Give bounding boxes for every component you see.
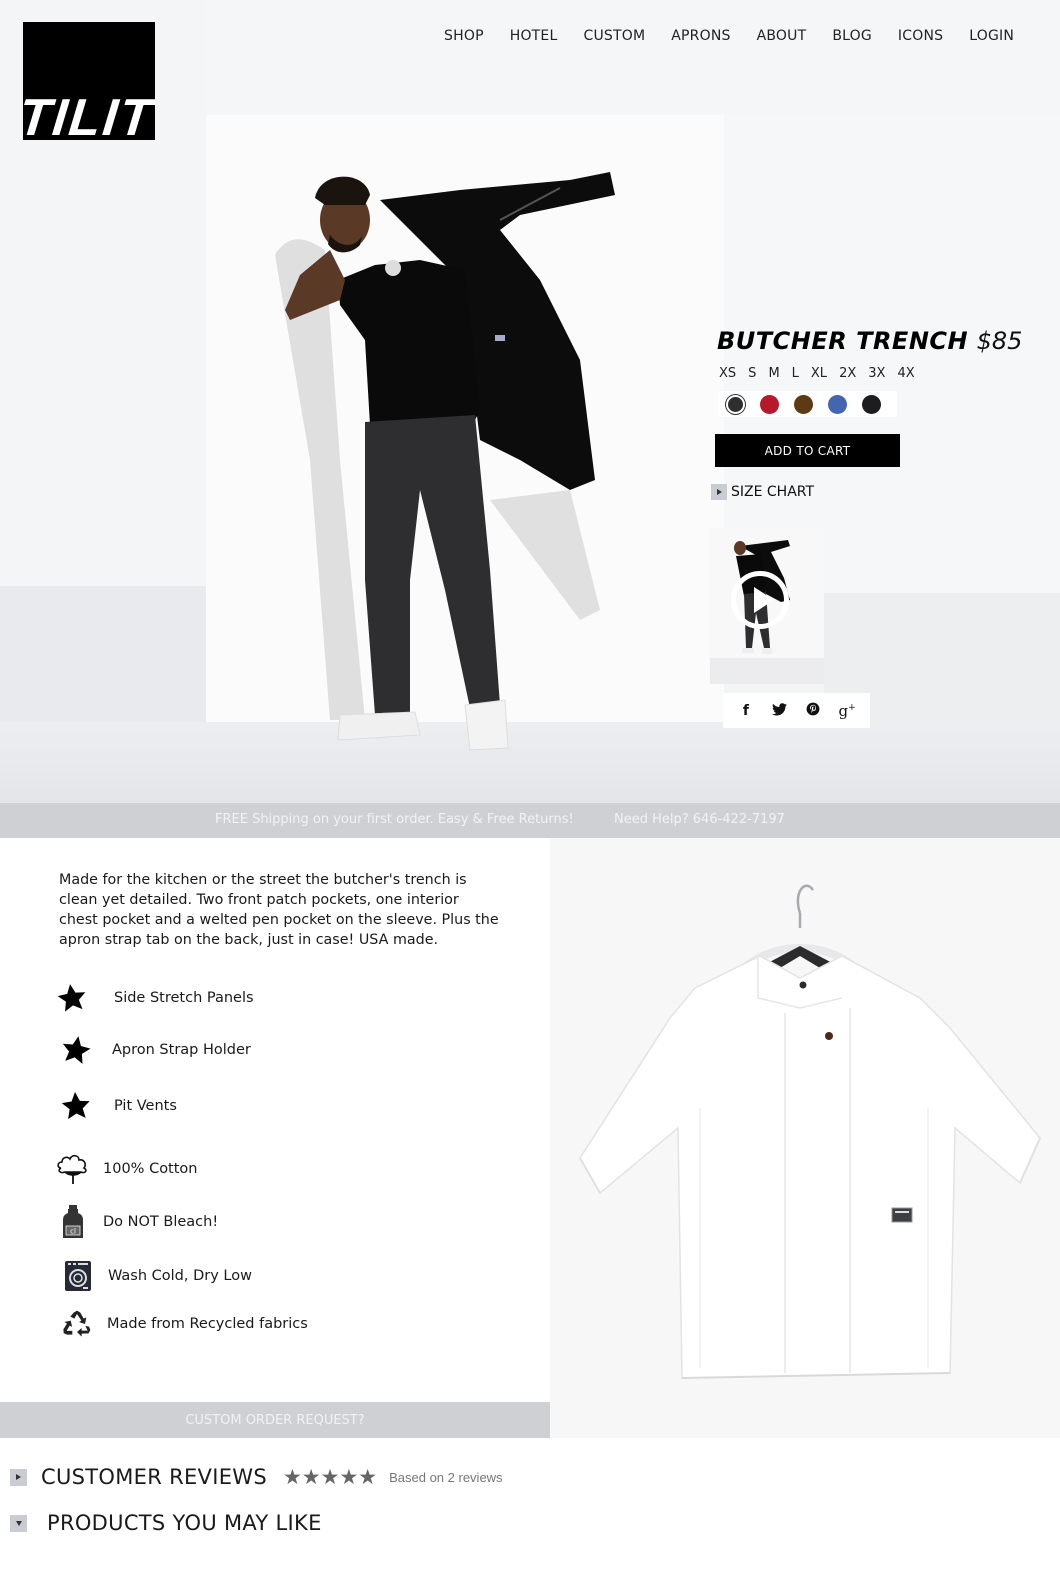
feature-label: Wash Cold, Dry Low (108, 1268, 252, 1284)
size-option[interactable]: XL (811, 366, 827, 381)
brand-logo-text: TILIT (23, 89, 155, 140)
feature-item: Side Stretch Panels (52, 980, 254, 1016)
star-icon: ★ (339, 1465, 359, 1489)
color-swatch-charcoal[interactable] (728, 396, 743, 412)
feature-item: Pit Vents (56, 1088, 177, 1124)
shipping-promo-text: FREE Shipping on your first order. Easy … (215, 812, 574, 827)
customer-reviews-heading: CUSTOMER REVIEWS (41, 1465, 267, 1489)
size-option[interactable]: XS (719, 366, 736, 381)
custom-order-request-button[interactable]: CUSTOM ORDER REQUEST? (0, 1402, 550, 1438)
product-title: BUTCHER TRENCH $85 (717, 327, 1022, 355)
size-option[interactable]: 2X (839, 366, 856, 381)
products-you-may-like-toggle[interactable]: PRODUCTS YOU MAY LIKE (10, 1511, 322, 1535)
star-icon (56, 1032, 96, 1068)
main-nav: SHOP HOTEL CUSTOM APRONS ABOUT BLOG ICON… (431, 28, 1027, 44)
feature-item: Apron Strap Holder (56, 1032, 251, 1068)
recycle-icon (57, 1306, 97, 1342)
nav-aprons[interactable]: APRONS (658, 28, 743, 44)
feature-item: Made from Recycled fabrics (57, 1306, 308, 1342)
product-flat-photo (550, 838, 1060, 1438)
color-selector (718, 391, 897, 417)
feature-item: cl Do NOT Bleach! (53, 1204, 218, 1240)
feature-label: 100% Cotton (103, 1161, 198, 1177)
review-count[interactable]: Based on 2 reviews (389, 1470, 502, 1485)
star-icon (52, 980, 92, 1016)
size-selector: XS S M L XL 2X 3X 4X (719, 366, 927, 381)
color-swatch-black[interactable] (862, 394, 881, 414)
star-icon: ★ (282, 1465, 302, 1489)
size-option[interactable]: 4X (897, 366, 914, 381)
nav-about[interactable]: ABOUT (744, 28, 820, 44)
expand-arrow-icon (711, 484, 727, 500)
feature-label: Pit Vents (114, 1098, 177, 1114)
nav-login[interactable]: LOGIN (956, 28, 1027, 44)
facebook-icon[interactable]: f (734, 703, 758, 719)
cotton-icon (53, 1151, 93, 1187)
google-plus-icon[interactable]: g+ (835, 702, 859, 720)
customer-reviews-toggle[interactable]: CUSTOMER REVIEWS ★ ★ ★ ★ ★ Based on 2 review… (10, 1465, 503, 1489)
star-icon (56, 1088, 96, 1124)
expand-arrow-icon (10, 1468, 27, 1486)
product-name: BUTCHER TRENCH (717, 327, 969, 355)
feature-label: Apron Strap Holder (112, 1042, 251, 1058)
collapse-arrow-icon (10, 1514, 27, 1532)
size-option[interactable]: L (792, 366, 799, 381)
product-price: $85 (976, 327, 1023, 355)
feature-label: Side Stretch Panels (114, 990, 254, 1006)
add-to-cart-button[interactable]: ADD TO CART (715, 434, 900, 467)
feature-item: 100% Cotton (53, 1151, 198, 1187)
size-option[interactable]: M (768, 366, 779, 381)
nav-blog[interactable]: BLOG (819, 28, 885, 44)
feature-label: Do NOT Bleach! (103, 1214, 219, 1230)
nav-icons[interactable]: ICONS (885, 28, 956, 44)
video-thumbnail[interactable] (710, 528, 824, 684)
feature-item: Wash Cold, Dry Low (58, 1258, 252, 1294)
svg-text:cl: cl (70, 1228, 76, 1236)
product-description: Made for the kitchen or the street the b… (59, 872, 499, 948)
color-swatch-brown[interactable] (794, 394, 813, 414)
hero-section: TILIT SHOP HOTEL CUSTOM APRONS ABOUT BLO… (0, 0, 1060, 803)
color-swatch-blue[interactable] (828, 394, 847, 414)
nav-custom[interactable]: CUSTOM (570, 28, 658, 44)
shipping-banner: FREE Shipping on your first order. Easy … (0, 803, 1060, 838)
star-icon: ★ (358, 1465, 378, 1489)
feature-label: Made from Recycled fabrics (107, 1316, 308, 1332)
hero-backdrop (0, 586, 206, 722)
products-you-may-like-heading: PRODUCTS YOU MAY LIKE (47, 1511, 322, 1535)
star-icon: ★ (320, 1465, 340, 1489)
bleach-bottle-icon: cl (53, 1204, 93, 1240)
color-swatch-red[interactable] (760, 394, 779, 414)
review-stars: ★ ★ ★ ★ ★ (283, 1467, 377, 1488)
help-phone-text[interactable]: Need Help? 646-422-7197 (614, 812, 785, 827)
hero-model-photo (270, 160, 650, 770)
pinterest-icon[interactable] (801, 702, 825, 719)
size-chart-label: SIZE CHART (731, 484, 815, 500)
nav-hotel[interactable]: HOTEL (497, 28, 571, 44)
share-bar: f g+ (723, 693, 870, 728)
washing-machine-icon (58, 1258, 98, 1294)
brand-logo[interactable]: TILIT (23, 22, 155, 140)
size-option[interactable]: S (748, 366, 756, 381)
star-icon: ★ (301, 1465, 321, 1489)
size-chart-toggle[interactable]: SIZE CHART (711, 484, 814, 500)
size-option[interactable]: 3X (868, 366, 885, 381)
twitter-icon[interactable] (768, 702, 792, 719)
play-icon (731, 571, 789, 629)
product-details: Made for the kitchen or the street the b… (0, 838, 550, 1403)
nav-shop[interactable]: SHOP (431, 28, 497, 44)
